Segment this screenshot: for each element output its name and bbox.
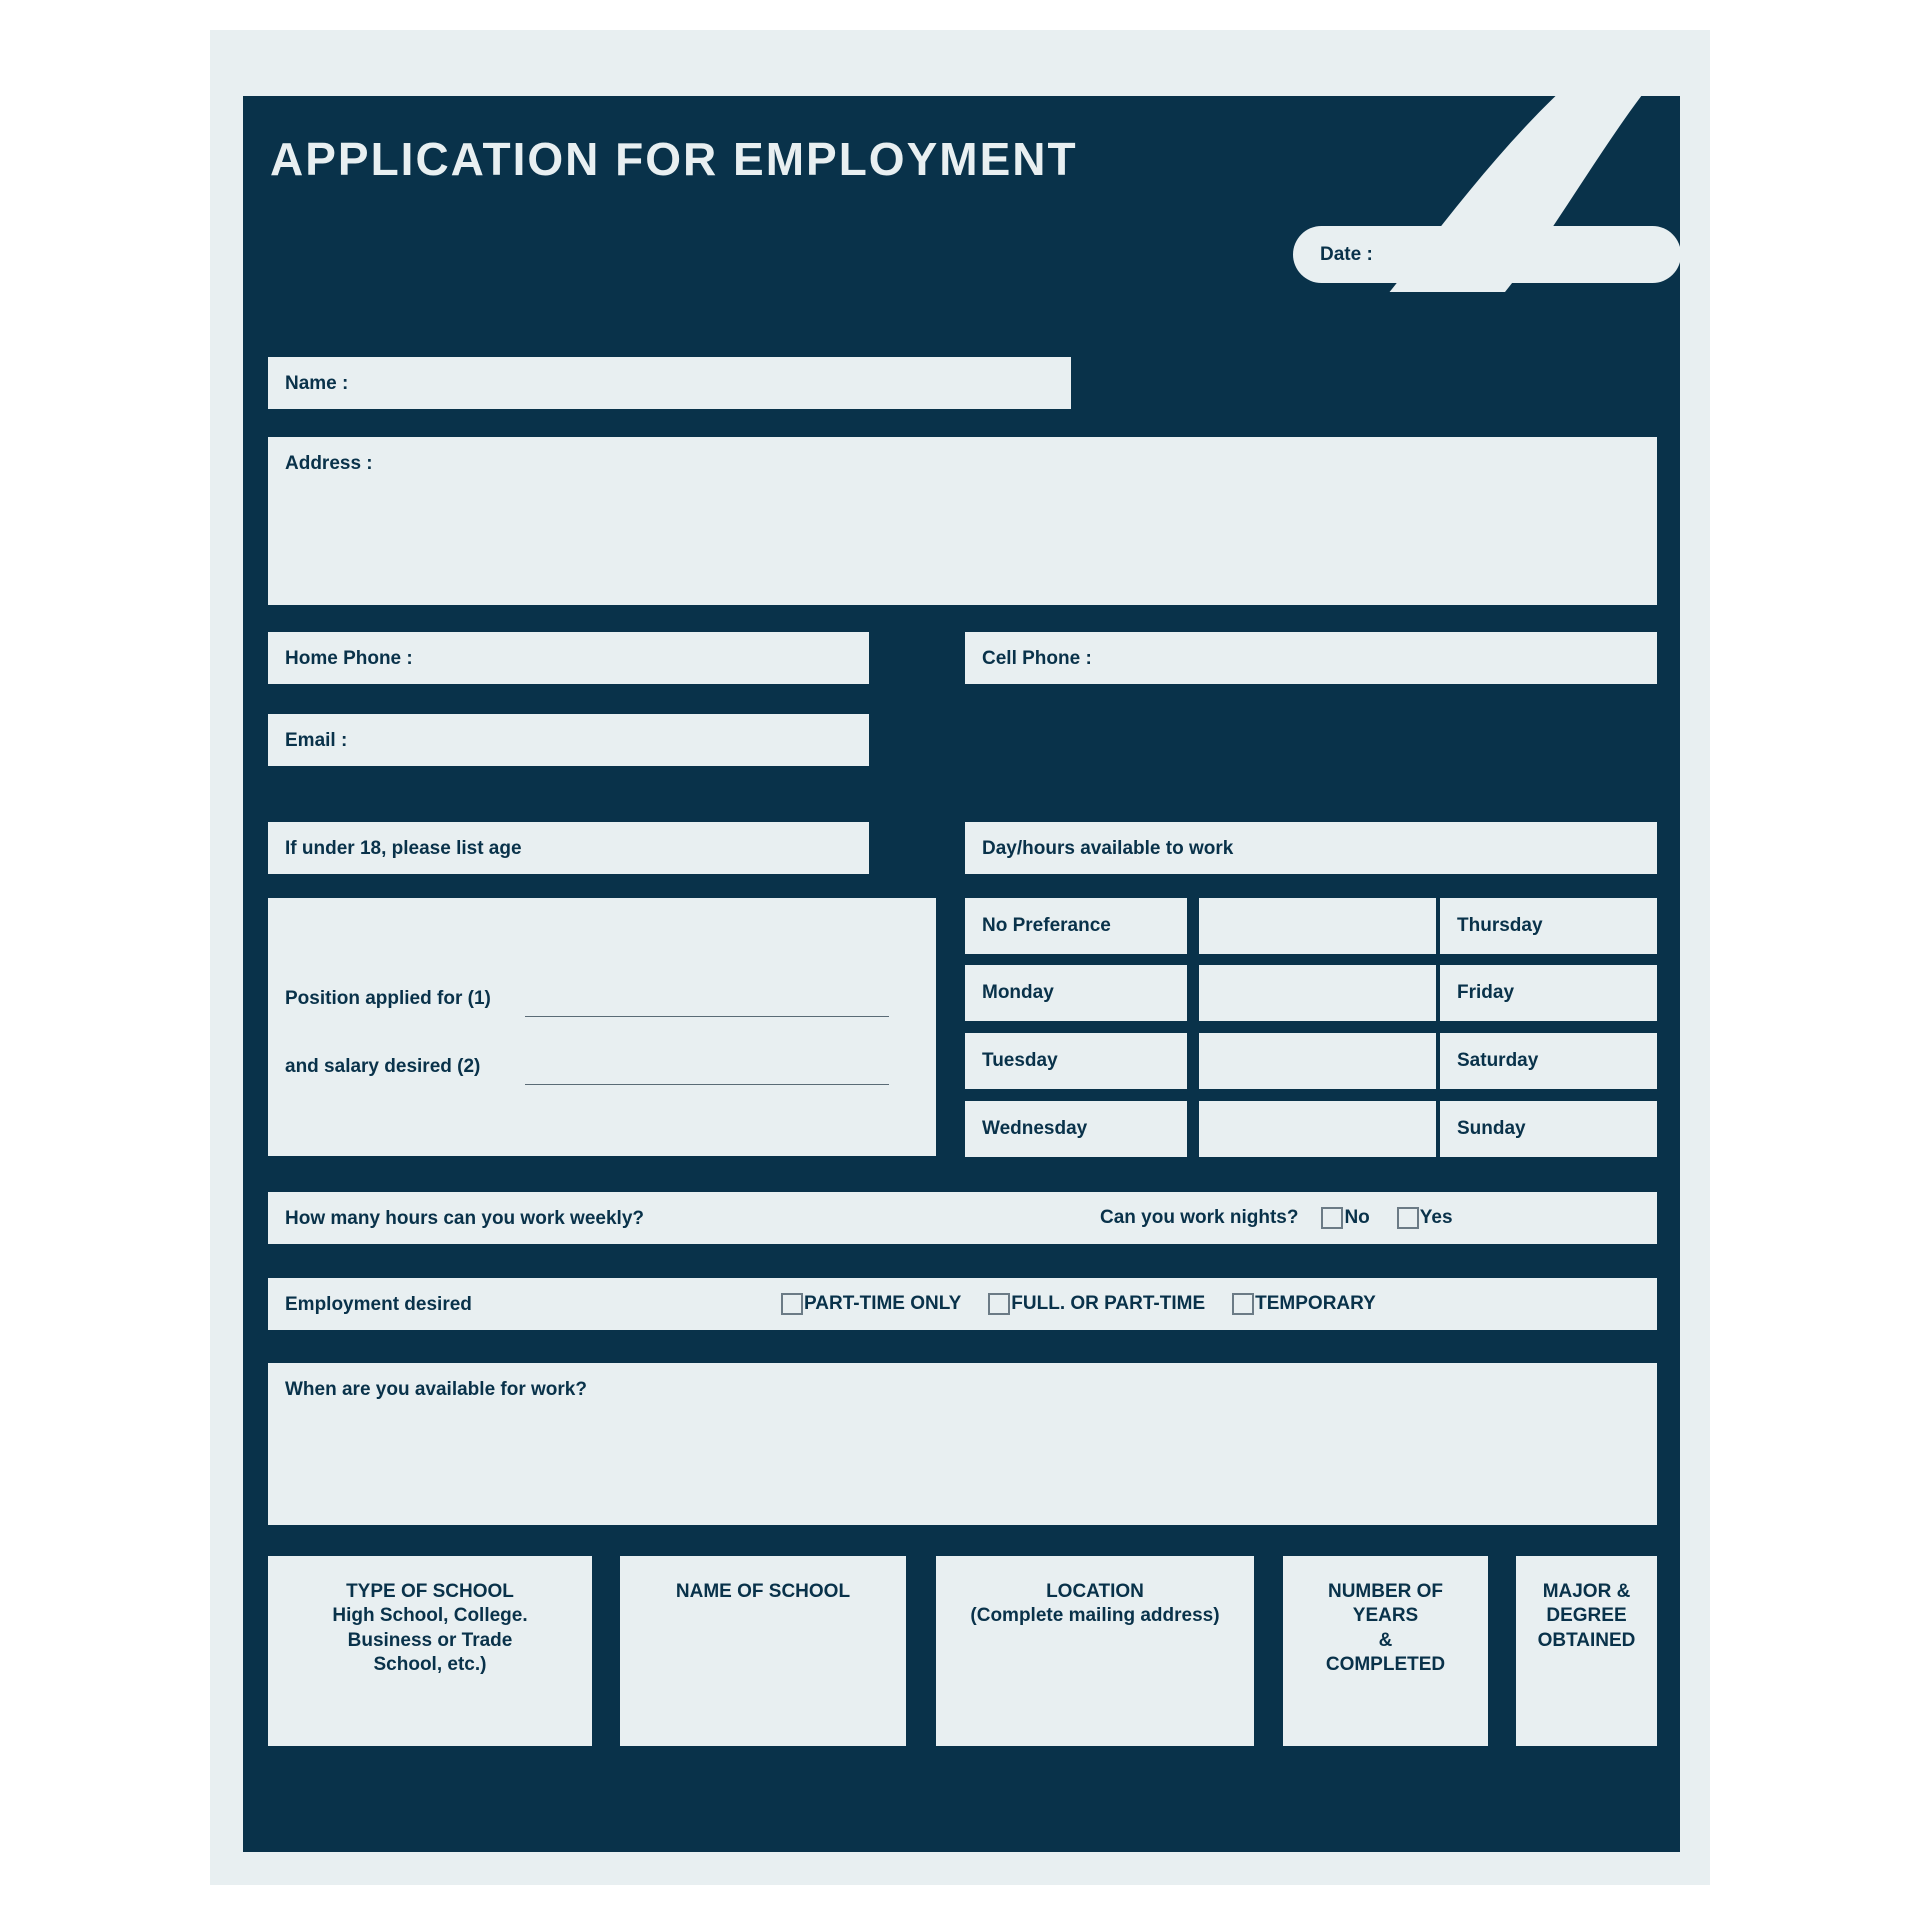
name-label: Name : [285, 373, 349, 394]
education-column-type-of-school[interactable]: TYPE OF SCHOOL High School, College. Bus… [268, 1556, 592, 1746]
education-column-number-of-years[interactable]: NUMBER OF YEARS & COMPLETED [1283, 1556, 1488, 1746]
availability-day-4: Thursday [1440, 898, 1657, 954]
option-label: PART-TIME ONLY [804, 1293, 962, 1314]
availability-day-label: No Preferance [982, 915, 1111, 936]
work-nights-no-label: No [1344, 1207, 1370, 1228]
availability-hours-3[interactable] [1199, 1101, 1436, 1157]
education-column-header: TYPE OF SCHOOL High School, College. Bus… [332, 1581, 528, 1675]
checkbox-icon[interactable] [1321, 1207, 1344, 1229]
option-part-time-only[interactable]: PART-TIME ONLY [780, 1293, 961, 1315]
email-field[interactable]: Email : [268, 714, 869, 766]
day-hours-label: Day/hours available to work [982, 838, 1234, 859]
option-full-or-part-time[interactable]: FULL. OR PART-TIME [987, 1293, 1205, 1315]
employment-desired-options: PART-TIME ONLY FULL. OR PART-TIME TEMPOR… [780, 1293, 1402, 1315]
page-title: APPLICATION FOR EMPLOYMENT [270, 133, 1078, 185]
education-column-location[interactable]: LOCATION (Complete mailing address) [936, 1556, 1254, 1746]
availability-day-2: Tuesday [965, 1033, 1187, 1089]
education-column-name-of-school[interactable]: NAME OF SCHOOL [620, 1556, 906, 1746]
checkbox-icon[interactable] [988, 1293, 1011, 1315]
availability-day-0: No Preferance [965, 898, 1187, 954]
date-label: Date : [1320, 243, 1373, 265]
availability-day-7: Sunday [1440, 1101, 1657, 1157]
checkbox-icon[interactable] [781, 1293, 803, 1315]
availability-hours-1[interactable] [1199, 965, 1436, 1021]
availability-hours-0[interactable] [1199, 898, 1436, 954]
work-nights-yes-label: Yes [1419, 1207, 1453, 1228]
home-phone-label: Home Phone : [285, 648, 413, 669]
availability-day-label: Thursday [1457, 915, 1543, 936]
employment-application-page: APPLICATION FOR EMPLOYMENT Date : Name :… [0, 0, 1920, 1920]
position-line1-label: Position applied for (1) [285, 988, 491, 1009]
position-applied-box[interactable]: Position applied for (1) and salary desi… [268, 898, 936, 1156]
availability-day-label: Friday [1457, 982, 1515, 1003]
email-label: Email : [285, 730, 348, 751]
option-label: FULL. OR PART-TIME [1011, 1293, 1206, 1314]
education-column-header: NAME OF SCHOOL [675, 1581, 851, 1602]
under18-age-field[interactable]: If under 18, please list age [268, 822, 869, 874]
when-available-field[interactable]: When are you available for work? [268, 1363, 1657, 1525]
work-nights-group: Can you work nights? No Yes [1100, 1207, 1479, 1229]
availability-day-5: Friday [1440, 965, 1657, 1021]
checkbox-icon[interactable] [1396, 1207, 1419, 1229]
option-label: TEMPORARY [1255, 1293, 1376, 1314]
availability-day-label: Wednesday [982, 1118, 1088, 1139]
education-column-header: NUMBER OF YEARS & COMPLETED [1325, 1581, 1446, 1675]
availability-hours-2[interactable] [1199, 1033, 1436, 1089]
availability-day-label: Monday [982, 982, 1054, 1003]
availability-day-label: Saturday [1457, 1050, 1539, 1071]
education-column-header: MAJOR & DEGREE OBTAINED [1537, 1581, 1636, 1651]
availability-day-1: Monday [965, 965, 1187, 1021]
when-available-label: When are you available for work? [285, 1379, 587, 1400]
weekly-hours-label: How many hours can you work weekly? [285, 1208, 644, 1229]
work-nights-no-option[interactable]: No [1320, 1207, 1370, 1229]
checkbox-icon[interactable] [1232, 1293, 1255, 1315]
availability-day-6: Saturday [1440, 1033, 1657, 1089]
availability-day-label: Sunday [1457, 1118, 1526, 1139]
cell-phone-label: Cell Phone : [982, 648, 1092, 669]
position-line2-label: and salary desired (2) [285, 1056, 481, 1077]
education-column-major-degree[interactable]: MAJOR & DEGREE OBTAINED [1516, 1556, 1657, 1746]
address-label: Address : [285, 453, 373, 474]
address-field[interactable]: Address : [268, 437, 1657, 605]
position-line1-input[interactable] [525, 1016, 889, 1017]
position-line2-input[interactable] [525, 1084, 889, 1085]
work-nights-yes-option[interactable]: Yes [1396, 1207, 1453, 1229]
option-temporary[interactable]: TEMPORARY [1231, 1293, 1376, 1315]
day-hours-header: Day/hours available to work [965, 822, 1657, 874]
availability-day-3: Wednesday [965, 1101, 1187, 1157]
date-field[interactable]: Date : [1293, 226, 1681, 283]
work-nights-label: Can you work nights? [1100, 1207, 1299, 1228]
cell-phone-field[interactable]: Cell Phone : [965, 632, 1657, 684]
under18-label: If under 18, please list age [285, 838, 522, 859]
name-field[interactable]: Name : [268, 357, 1071, 409]
employment-desired-label: Employment desired [285, 1294, 472, 1315]
home-phone-field[interactable]: Home Phone : [268, 632, 869, 684]
availability-day-label: Tuesday [982, 1050, 1058, 1071]
education-column-header: LOCATION (Complete mailing address) [970, 1581, 1220, 1627]
